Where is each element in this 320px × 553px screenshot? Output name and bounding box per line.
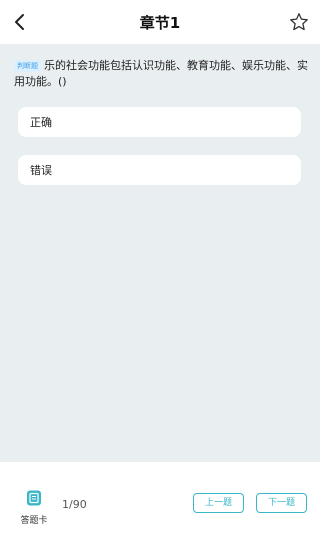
- question-area: 判断题 乐的社会功能包括认识功能、教育功能、娱乐功能、实用功能。() 正确 错误: [0, 44, 320, 462]
- favorite-star-icon[interactable]: [288, 11, 310, 33]
- option-correct[interactable]: 正确: [18, 107, 301, 137]
- page-title: 章节1: [139, 14, 181, 32]
- header-bar: 章节1: [0, 0, 320, 44]
- next-question-button[interactable]: 下一题: [256, 493, 307, 513]
- answer-card-button[interactable]: 答题卡: [16, 488, 52, 528]
- answer-card-icon: [27, 490, 41, 506]
- question-stem: 判断题 乐的社会功能包括认识功能、教育功能、娱乐功能、实用功能。(): [14, 58, 310, 90]
- option-label: 正确: [30, 116, 52, 129]
- bottom-bar: 答题卡 1/90 上一题 下一题: [0, 462, 320, 553]
- question-text: 乐的社会功能包括认识功能、教育功能、娱乐功能、实用功能。(): [14, 59, 308, 88]
- question-type-badge: 判断题: [14, 60, 41, 72]
- option-label: 错误: [30, 164, 52, 177]
- previous-question-button[interactable]: 上一题: [193, 493, 244, 513]
- answer-card-label: 答题卡: [20, 516, 48, 526]
- question-progress: 1/90: [62, 498, 87, 511]
- option-wrong[interactable]: 错误: [18, 155, 301, 185]
